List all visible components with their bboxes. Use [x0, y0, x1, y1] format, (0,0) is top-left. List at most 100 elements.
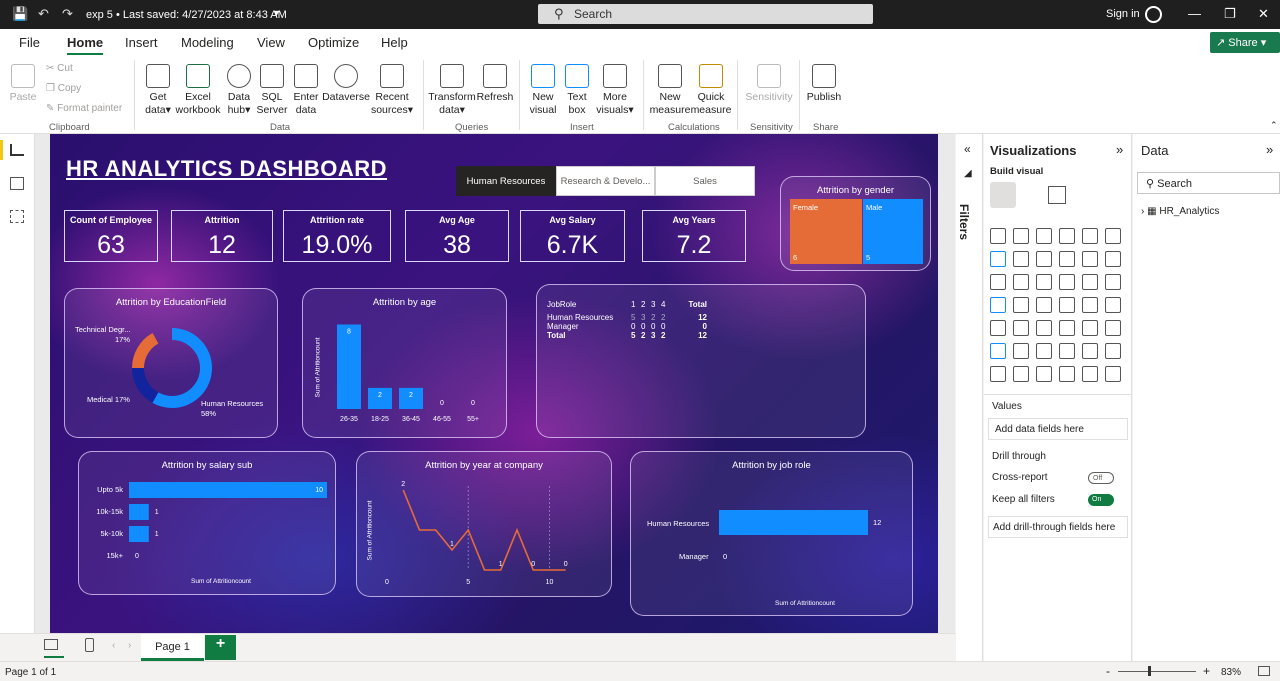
- format-painter-button[interactable]: ✎ Format painter: [46, 103, 122, 114]
- kpi-card[interactable]: Avg Salary 6.7K: [520, 210, 625, 262]
- filters-pane[interactable]: « ◢ Filters: [956, 134, 983, 661]
- tab-view[interactable]: View: [257, 35, 285, 50]
- visual-type-icon[interactable]: [1036, 320, 1052, 336]
- visual-type-icon[interactable]: [1059, 297, 1075, 313]
- chevron-down-icon[interactable]: ▼: [272, 8, 281, 18]
- mobile-view-icon[interactable]: [85, 638, 94, 652]
- fit-page-icon[interactable]: [1258, 666, 1270, 676]
- visual-type-icon[interactable]: [1082, 251, 1098, 267]
- paste-button[interactable]: Paste: [8, 64, 38, 104]
- visual-type-icon[interactable]: [1082, 297, 1098, 313]
- sensitivity-button[interactable]: Sensitivity: [743, 64, 795, 104]
- table-row[interactable]: Total 5 2 3 2 12: [547, 331, 707, 340]
- add-drill-through-field[interactable]: Add drill-through fields here: [988, 516, 1128, 538]
- bar[interactable]: [129, 504, 149, 520]
- visual-type-icon[interactable]: [1059, 320, 1075, 336]
- jobrole-matrix[interactable]: JobRole 1 2 3 4 Total Human Resources 5 …: [536, 284, 866, 438]
- series-line[interactable]: [402, 489, 566, 571]
- avatar[interactable]: [1145, 6, 1162, 23]
- add-data-field[interactable]: Add data fields here: [988, 418, 1128, 440]
- next-page-icon[interactable]: ›: [128, 640, 131, 651]
- visual-type-icon[interactable]: [1036, 343, 1052, 359]
- refresh-button[interactable]: Refresh: [476, 64, 514, 104]
- collapse-ribbon-icon[interactable]: ⌃: [1270, 120, 1278, 131]
- sql-server-button[interactable]: SQL Server: [256, 64, 288, 117]
- sign-in-link[interactable]: Sign in: [1106, 8, 1140, 20]
- visual-type-icon[interactable]: [1105, 366, 1121, 382]
- kpi-card[interactable]: Avg Age 38: [405, 210, 509, 262]
- visual-type-icon[interactable]: [990, 228, 1006, 244]
- tab-home[interactable]: Home: [67, 35, 104, 55]
- visual-type-icon[interactable]: [1036, 366, 1052, 382]
- education-chart[interactable]: Attrition by EducationField Technical De…: [64, 288, 278, 438]
- minimize-icon[interactable]: —: [1188, 6, 1201, 21]
- kpi-card[interactable]: Avg Years 7.2: [642, 210, 746, 262]
- visual-type-icon[interactable]: [1013, 366, 1029, 382]
- bar-human-resources[interactable]: [719, 510, 868, 535]
- kpi-card[interactable]: Count of Employee 63: [64, 210, 158, 262]
- dataverse-button[interactable]: Dataverse: [322, 64, 370, 104]
- slicer-research[interactable]: Research & Develo...: [556, 166, 655, 196]
- collapse-icon[interactable]: «: [964, 142, 971, 156]
- table-item[interactable]: › ▦ HR_Analytics: [1141, 206, 1219, 217]
- visual-type-icon[interactable]: [990, 320, 1006, 336]
- tab-file[interactable]: File: [19, 35, 40, 50]
- recent-sources-button[interactable]: Recent sources▾: [370, 64, 414, 117]
- slicer-sales[interactable]: Sales: [655, 166, 755, 196]
- prev-page-icon[interactable]: ‹: [112, 640, 115, 651]
- visual-type-icon[interactable]: [1082, 343, 1098, 359]
- visual-type-icon[interactable]: [1105, 297, 1121, 313]
- visual-type-icon[interactable]: [1105, 320, 1121, 336]
- visual-type-icon[interactable]: [1036, 251, 1052, 267]
- zoom-in-icon[interactable]: +: [1203, 664, 1210, 678]
- zoom-out-icon[interactable]: -: [1106, 664, 1110, 678]
- age-chart[interactable]: Attrition by age Sum of Attritioncount 8…: [302, 288, 507, 438]
- get-data-button[interactable]: Get data▾: [141, 64, 175, 117]
- collapse-icon[interactable]: »: [1266, 142, 1273, 157]
- visual-type-icon[interactable]: [1013, 274, 1029, 290]
- zoom-thumb[interactable]: [1148, 666, 1151, 676]
- table-row[interactable]: Manager 0 0 0 0 0: [547, 322, 707, 331]
- build-visual-icon[interactable]: [990, 182, 1016, 208]
- desktop-view-icon[interactable]: [44, 639, 58, 650]
- visual-type-icon[interactable]: [1105, 343, 1121, 359]
- visual-type-icon[interactable]: [1036, 297, 1052, 313]
- cross-report-toggle[interactable]: Off: [1088, 472, 1114, 484]
- visual-type-icon[interactable]: [1036, 228, 1052, 244]
- visual-type-icon[interactable]: [1013, 228, 1029, 244]
- treemap-male[interactable]: Male 5: [863, 199, 923, 264]
- close-icon[interactable]: ✕: [1258, 6, 1269, 22]
- year-chart[interactable]: Attrition by year at company Sum of Attr…: [356, 451, 612, 597]
- visual-type-icon[interactable]: [990, 251, 1006, 267]
- add-page-button[interactable]: +: [205, 635, 236, 660]
- redo-icon[interactable]: ↷: [62, 6, 73, 22]
- search-input[interactable]: ⚲ Search: [538, 4, 873, 24]
- copy-button[interactable]: ❐ Copy: [46, 83, 81, 94]
- kpi-card[interactable]: Attrition 12: [171, 210, 273, 262]
- visual-type-icon[interactable]: [1013, 343, 1029, 359]
- visual-type-icon[interactable]: [990, 366, 1006, 382]
- tab-insert[interactable]: Insert: [125, 35, 158, 50]
- cut-button[interactable]: ✂ Cut: [46, 63, 73, 74]
- bar[interactable]: [129, 526, 149, 542]
- visual-type-icon[interactable]: [1059, 251, 1075, 267]
- zoom-slider[interactable]: [1118, 671, 1196, 672]
- collapse-icon[interactable]: »: [1116, 142, 1123, 157]
- restore-icon[interactable]: ❐: [1224, 6, 1236, 22]
- visual-type-icon[interactable]: [1105, 251, 1121, 267]
- data-search-input[interactable]: ⚲ Search: [1137, 172, 1280, 194]
- visual-type-icon[interactable]: [990, 343, 1006, 359]
- visual-type-icon[interactable]: [1013, 320, 1029, 336]
- quick-measure-button[interactable]: Quick measure: [690, 64, 732, 117]
- visual-type-icon[interactable]: [990, 297, 1006, 313]
- new-measure-button[interactable]: New measure: [648, 64, 692, 117]
- visual-type-icon[interactable]: [1082, 366, 1098, 382]
- more-visuals-button[interactable]: More visuals▾: [594, 64, 636, 117]
- data-hub-button[interactable]: Data hub▾: [222, 64, 256, 117]
- undo-icon[interactable]: ↶: [38, 6, 49, 22]
- text-box-button[interactable]: Text box: [562, 64, 592, 117]
- excel-workbook-button[interactable]: Excel workbook: [175, 64, 221, 117]
- model-view-icon[interactable]: [10, 210, 24, 223]
- visual-type-icon[interactable]: [1059, 274, 1075, 290]
- gender-chart[interactable]: Attrition by gender Female 6 Male 5: [780, 176, 931, 271]
